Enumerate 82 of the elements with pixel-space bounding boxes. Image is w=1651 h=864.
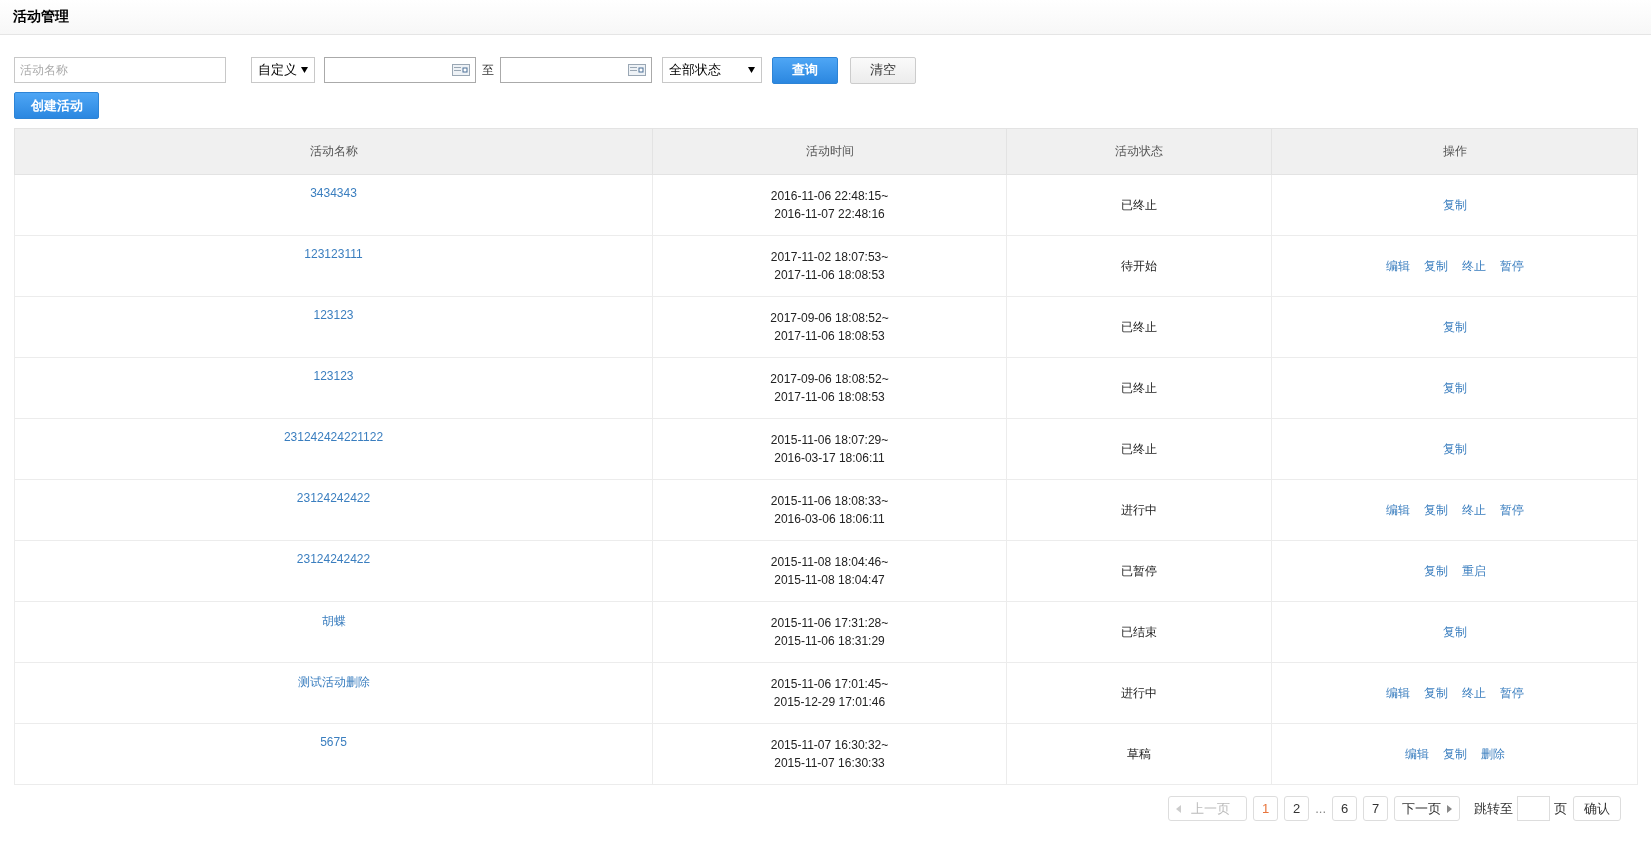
action-link[interactable]: 复制 xyxy=(1442,379,1467,397)
page-title: 活动管理 xyxy=(13,8,69,26)
activity-name-link[interactable]: 胡蝶 xyxy=(321,614,346,628)
action-link[interactable]: 复制 xyxy=(1423,684,1448,702)
action-link[interactable]: 终止 xyxy=(1461,684,1486,702)
calendar-icon xyxy=(452,64,470,76)
action-link[interactable]: 复制 xyxy=(1423,257,1448,275)
time-column-header: 活动时间 xyxy=(652,128,1007,175)
activity-time: 2016-11-06 22:48:15~ 2016-11-07 22:48:16 xyxy=(769,188,890,223)
action-link[interactable]: 暂停 xyxy=(1499,501,1524,519)
jump-to-label: 跳转至 xyxy=(1474,799,1513,818)
action-link[interactable]: 编辑 xyxy=(1385,257,1410,275)
status-cell: 已暂停 xyxy=(1006,540,1272,602)
activity-name-link[interactable]: 231242424221122 xyxy=(283,430,384,444)
page-number-button[interactable]: 6 xyxy=(1332,796,1357,821)
action-link[interactable]: 删除 xyxy=(1480,745,1505,763)
caret-icon xyxy=(748,67,755,73)
action-link[interactable]: 暂停 xyxy=(1499,684,1524,702)
next-page-button[interactable]: 下一页 xyxy=(1394,796,1460,821)
status-column-header: 活动状态 xyxy=(1006,128,1272,175)
action-link[interactable]: 终止 xyxy=(1461,501,1486,519)
status-dropdown[interactable]: 全部状态 xyxy=(662,57,762,83)
status-cell: 进行中 xyxy=(1006,479,1272,541)
activity-name-link[interactable]: 23124242422 xyxy=(296,491,371,505)
page-unit-label: 页 xyxy=(1554,799,1567,818)
activity-time: 2017-09-06 18:08:52~ 2017-11-06 18:08:53 xyxy=(769,371,890,406)
clear-button[interactable]: 清空 xyxy=(850,56,916,84)
end-date-field[interactable] xyxy=(500,57,652,83)
activity-name-link[interactable]: 23124242422 xyxy=(296,552,371,566)
activity-time: 2017-11-02 18:07:53~ 2017-11-06 18:08:53 xyxy=(769,249,890,284)
activity-time: 2015-11-06 17:01:45~ 2015-12-29 17:01:46 xyxy=(769,676,890,711)
status-cell: 已终止 xyxy=(1006,296,1272,358)
activity-name-field[interactable]: 活动名称 xyxy=(14,57,226,83)
action-link[interactable]: 编辑 xyxy=(1385,684,1410,702)
action-link[interactable]: 复制 xyxy=(1442,196,1467,214)
activity-name-link[interactable]: 123123111 xyxy=(304,247,363,261)
status-cell: 待开始 xyxy=(1006,235,1272,297)
right-triangle-icon xyxy=(1447,804,1452,813)
action-link[interactable]: 复制 xyxy=(1442,745,1467,763)
activity-time: 2017-09-06 18:08:52~ 2017-11-06 18:08:53 xyxy=(769,310,890,345)
status-cell: 草稿 xyxy=(1006,723,1272,785)
page-number-button[interactable]: 7 xyxy=(1363,796,1388,821)
action-link[interactable]: 终止 xyxy=(1461,257,1486,275)
activity-name-link[interactable]: 3434343 xyxy=(310,186,357,200)
pagination-ellipsis: ... xyxy=(1315,801,1326,816)
page-number-button[interactable]: 2 xyxy=(1284,796,1310,821)
action-link[interactable]: 复制 xyxy=(1442,623,1467,641)
action-link[interactable]: 编辑 xyxy=(1385,501,1410,519)
date-mode-dropdown[interactable]: 自定义 xyxy=(251,57,315,83)
action-link[interactable]: 暂停 xyxy=(1499,257,1524,275)
action-link[interactable]: 重启 xyxy=(1461,562,1486,580)
action-link[interactable]: 复制 xyxy=(1442,440,1467,458)
activity-name-link[interactable]: 123123 xyxy=(313,308,354,322)
caret-icon xyxy=(301,67,308,73)
action-link[interactable]: 复制 xyxy=(1442,318,1467,336)
name-column-header: 活动名称 xyxy=(14,128,653,175)
action-link[interactable]: 复制 xyxy=(1423,501,1448,519)
activity-time: 2015-11-07 16:30:32~ 2015-11-07 16:30:33 xyxy=(769,737,890,772)
status-cell: 已终止 xyxy=(1006,174,1272,236)
status-cell: 已终止 xyxy=(1006,357,1272,419)
activity-name-link[interactable]: 5675 xyxy=(320,735,347,749)
status-cell: 已终止 xyxy=(1006,418,1272,480)
create-activity-button[interactable]: 创建活动 xyxy=(14,92,99,119)
calendar-icon xyxy=(628,64,646,76)
activity-name-link[interactable]: 测试活动删除 xyxy=(297,675,370,689)
status-cell: 进行中 xyxy=(1006,662,1272,724)
action-link[interactable]: 复制 xyxy=(1423,562,1448,580)
left-triangle-icon xyxy=(1176,804,1182,813)
action-link[interactable]: 编辑 xyxy=(1404,745,1429,763)
page-number-field[interactable] xyxy=(1517,796,1550,821)
activity-name-link[interactable]: 123123 xyxy=(313,369,354,383)
status-cell: 已结束 xyxy=(1006,601,1272,663)
page-number-button[interactable]: 1 xyxy=(1253,796,1279,821)
range-separator: 至 xyxy=(482,61,494,79)
activity-time: 2015-11-06 18:08:33~ 2016-03-06 18:06:11 xyxy=(769,493,890,528)
start-date-field[interactable] xyxy=(324,57,476,83)
confirm-button[interactable]: 确认 xyxy=(1573,796,1621,821)
activity-time: 2015-11-06 18:07:29~ 2016-03-17 18:06:11 xyxy=(769,432,890,467)
actions-column-header: 操作 xyxy=(1271,128,1638,175)
activity-time: 2015-11-08 18:04:46~ 2015-11-08 18:04:47 xyxy=(769,554,890,589)
search-button[interactable]: 查询 xyxy=(772,56,838,84)
activity-time: 2015-11-06 17:31:28~ 2015-11-06 18:31:29 xyxy=(769,615,890,650)
